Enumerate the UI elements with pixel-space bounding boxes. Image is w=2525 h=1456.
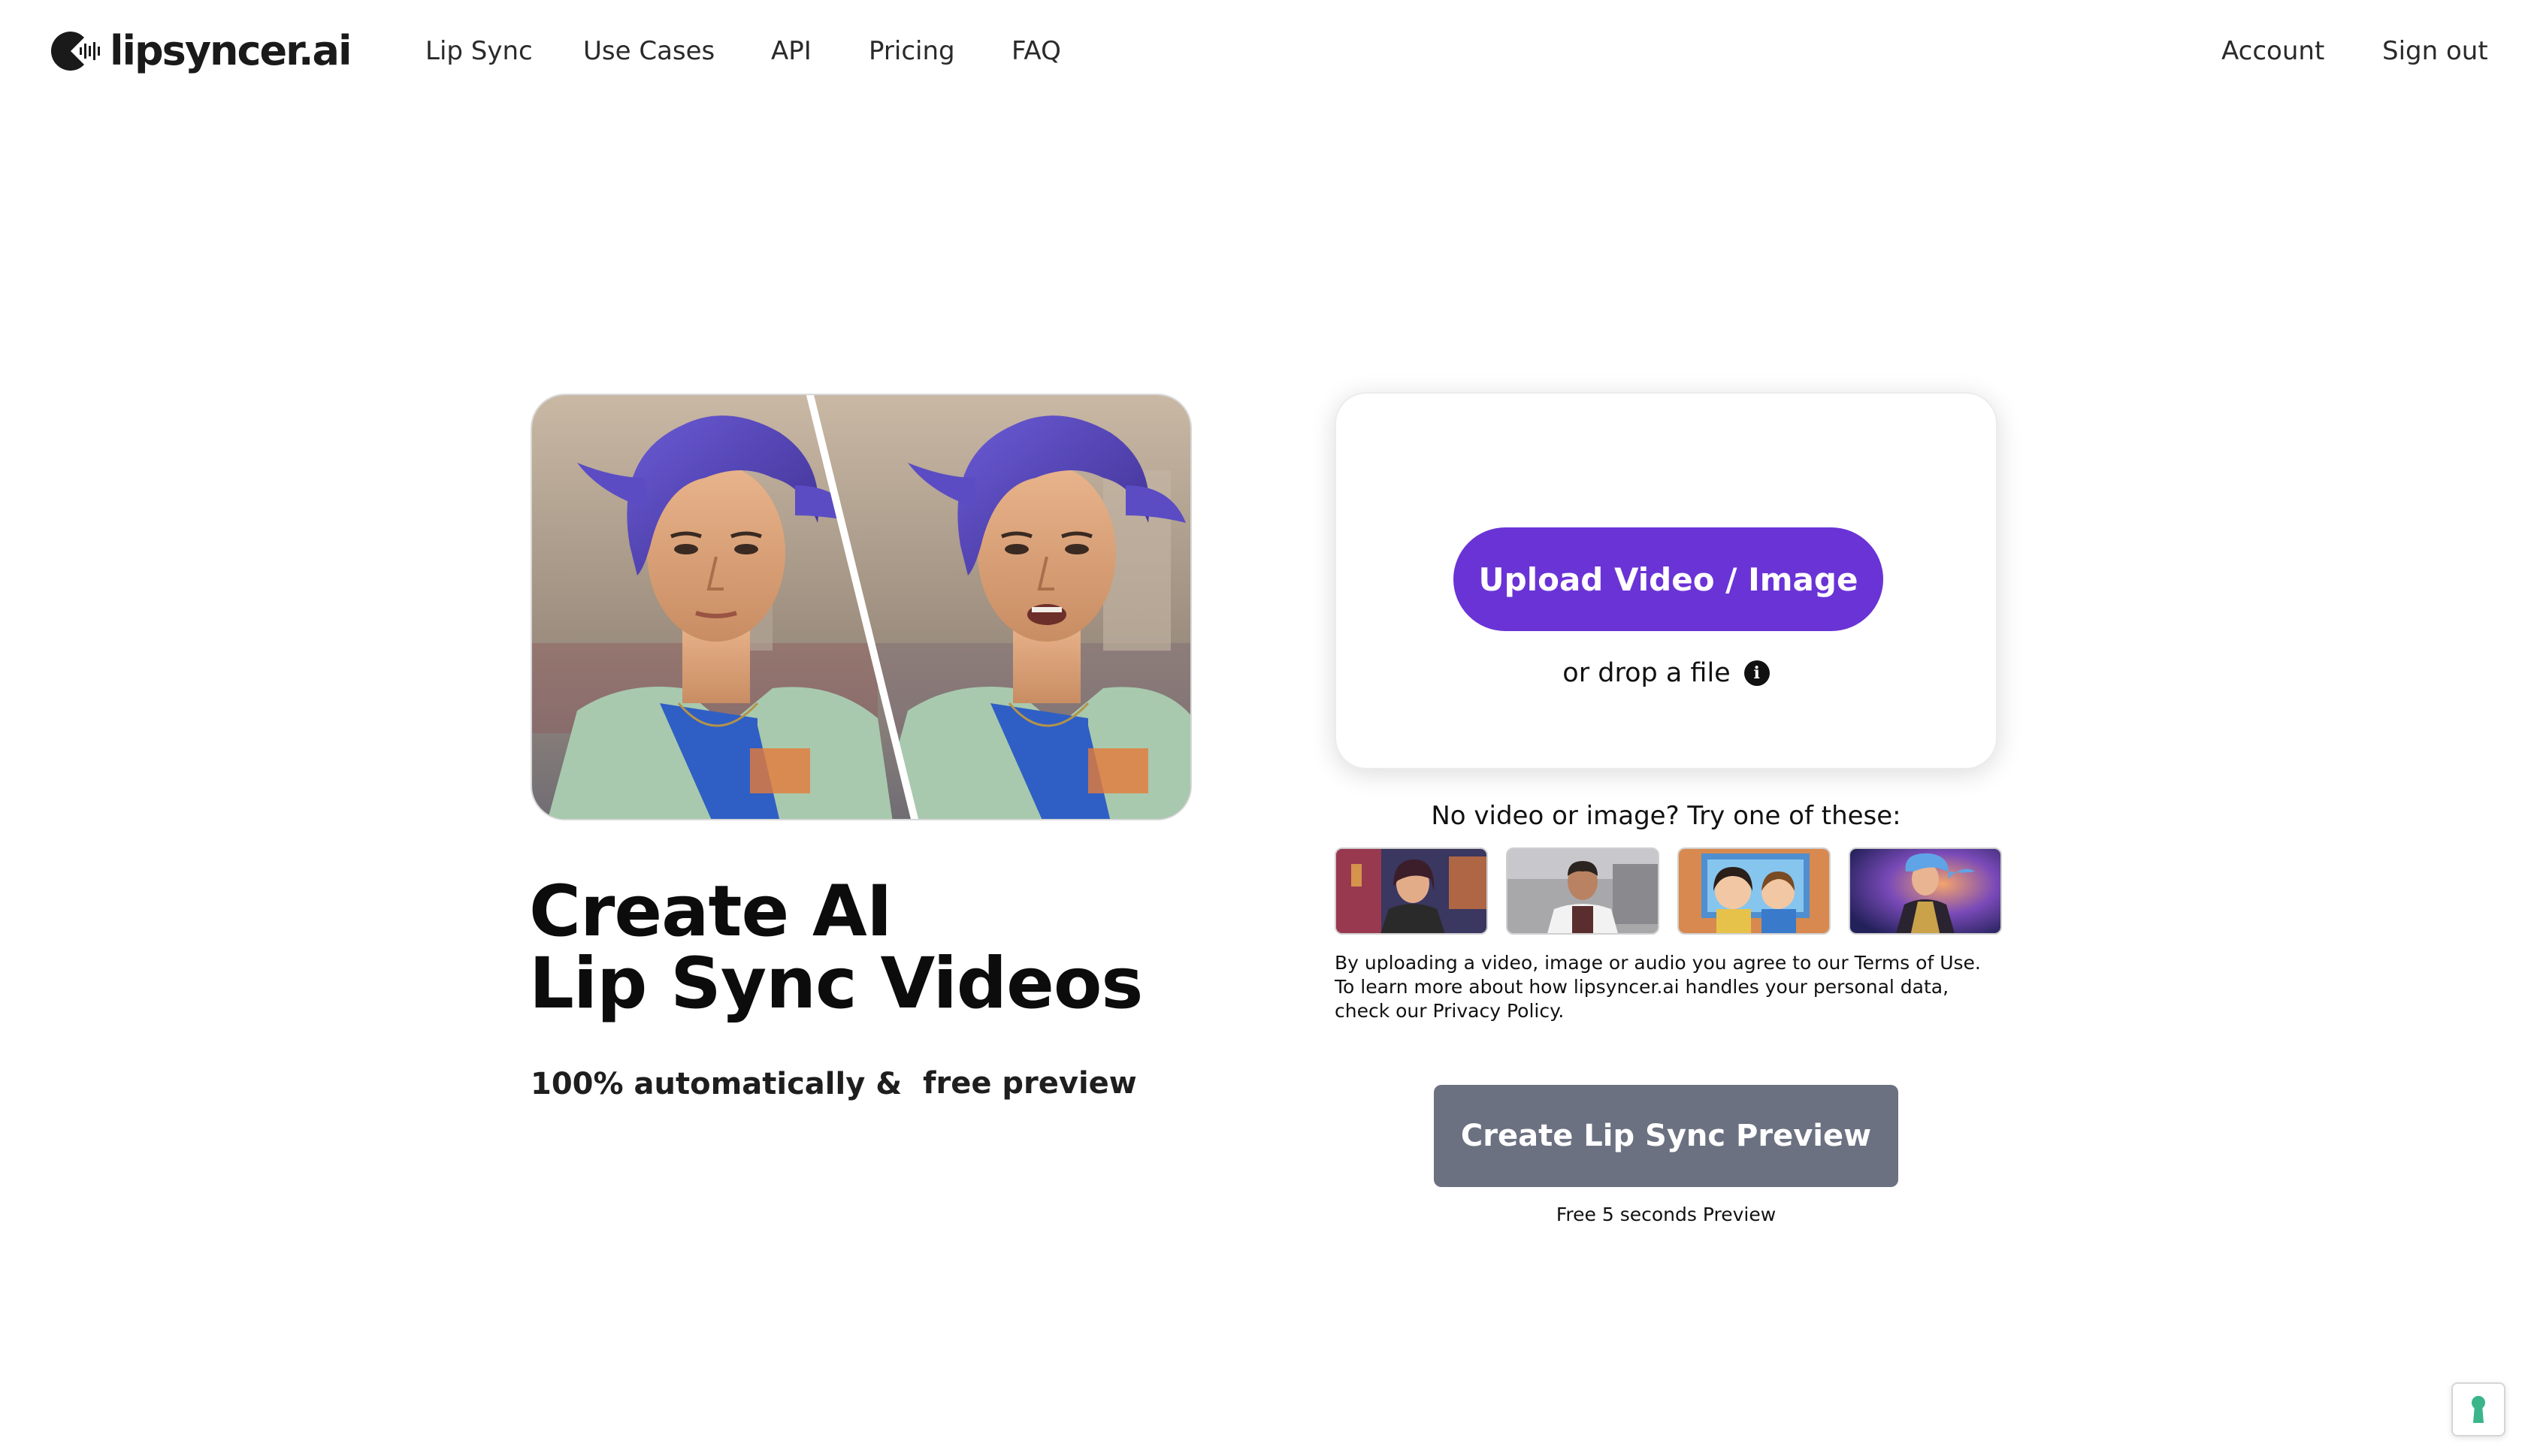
legal-text-3: . bbox=[1558, 1000, 1565, 1022]
nav-use-cases[interactable]: Use Cases bbox=[583, 33, 715, 69]
sample-thumbnail-fantasy-warrior[interactable] bbox=[1849, 847, 2002, 935]
terms-of-use-link[interactable]: Terms of Use bbox=[1855, 952, 1975, 974]
privacy-policy-link[interactable]: Privacy Policy bbox=[1433, 1000, 1559, 1022]
site-header: lipsyncer.ai Lip Sync Use Cases API Pric… bbox=[0, 0, 2525, 102]
legal-text-1: By uploading a video, image or audio you… bbox=[1335, 952, 1855, 974]
free-preview-note: Free 5 seconds Preview bbox=[1556, 1204, 1777, 1225]
hero-before-after-image bbox=[531, 394, 1192, 820]
nav-account[interactable]: Account bbox=[2221, 33, 2324, 69]
sample-thumbnail-cartoon-kids[interactable] bbox=[1677, 847, 1831, 935]
create-lip-sync-preview-button[interactable]: Create Lip Sync Preview bbox=[1434, 1085, 1898, 1187]
feedback-widget[interactable] bbox=[2451, 1382, 2505, 1436]
brand-name: lipsyncer.ai bbox=[110, 27, 352, 74]
sample-thumbnail-woman-city[interactable] bbox=[1335, 847, 1488, 935]
upload-video-image-button[interactable]: Upload Video / Image bbox=[1453, 527, 1883, 631]
keyhole-icon bbox=[2472, 1396, 2485, 1423]
nav-pricing[interactable]: Pricing bbox=[869, 33, 955, 69]
info-icon[interactable]: i bbox=[1743, 660, 1770, 686]
sample-thumbnail-chef[interactable] bbox=[1506, 847, 1659, 935]
nav-faq[interactable]: FAQ bbox=[1012, 33, 1061, 69]
title-line-1: Create AI bbox=[529, 871, 893, 953]
title-line-2: Lip Sync Videos bbox=[529, 943, 1143, 1025]
page-title: Create AI Lip Sync Videos bbox=[529, 876, 1175, 1020]
hero-subtitle: 100% automatically & free preview bbox=[531, 1059, 1151, 1109]
nav-sign-out[interactable]: Sign out bbox=[2382, 33, 2488, 69]
free-preview-highlight: free preview bbox=[912, 1060, 1151, 1108]
legal-notice: By uploading a video, image or audio you… bbox=[1335, 951, 2003, 1023]
subtitle-text: 100% automatically & bbox=[531, 1067, 903, 1101]
upload-dropzone[interactable]: Upload Video / Image or drop a file i bbox=[1335, 392, 1997, 769]
samples-title: No video or image? Try one of these: bbox=[1431, 801, 1901, 831]
nav-api[interactable]: API bbox=[771, 33, 812, 69]
brand-logo[interactable]: lipsyncer.ai bbox=[47, 27, 352, 75]
logo-icon bbox=[51, 32, 100, 71]
nav-lip-sync[interactable]: Lip Sync bbox=[425, 33, 533, 69]
drop-file-text: or drop a file bbox=[1562, 658, 1731, 688]
drop-file-hint: or drop a file i bbox=[1336, 658, 1996, 688]
